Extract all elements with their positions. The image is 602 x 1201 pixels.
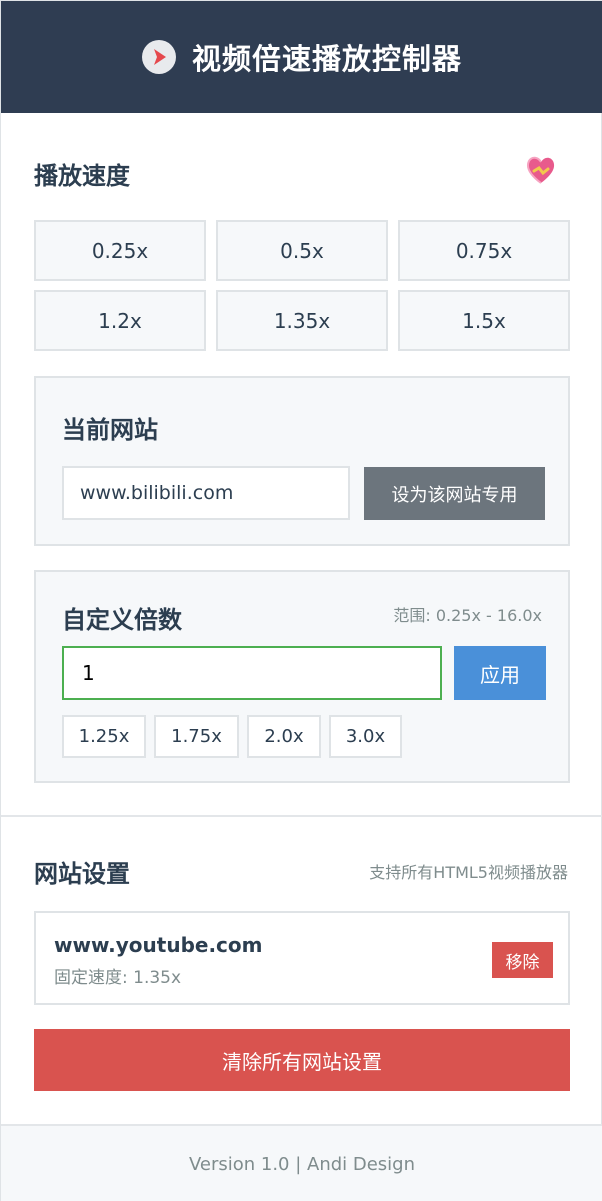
speed-preset-button[interactable]: 0.25x xyxy=(34,220,206,281)
speed-preset-button[interactable]: 1.5x xyxy=(398,290,570,351)
custom-speed-title: 自定义倍数 xyxy=(62,606,182,634)
header-inner: 视频倍速播放控制器 xyxy=(141,36,462,78)
speed-preset-grid: 0.25x 0.5x 0.75x 1.2x 1.35x 1.5x xyxy=(34,220,570,352)
custom-preset-button[interactable]: 1.75x xyxy=(154,715,239,758)
speed-preset-button[interactable]: 1.35x xyxy=(216,290,388,351)
custom-speed-panel: 自定义倍数 范围: 0.25x - 16.0x 1 应用 1.25x 1.75x… xyxy=(34,570,570,783)
version-text: Version 1.0 | Andi Design xyxy=(188,1153,416,1175)
speed-preset-button[interactable]: 0.75x xyxy=(398,220,570,281)
apply-button[interactable]: 应用 xyxy=(454,646,546,700)
support-hint: 支持所有HTML5视频播放器 xyxy=(369,863,568,882)
section-divider xyxy=(1,815,602,817)
speed-preset-button[interactable]: 0.5x xyxy=(216,220,388,281)
site-settings-title: 网站设置 xyxy=(34,860,130,888)
app-title: 视频倍速播放控制器 xyxy=(191,42,462,76)
site-setting-speed: 固定速度: 1.35x xyxy=(54,968,182,988)
footer: Version 1.0 | Andi Design xyxy=(1,1124,602,1201)
site-setting-name: www.youtube.com xyxy=(54,933,263,957)
current-site-title: 当前网站 xyxy=(62,416,158,444)
custom-speed-input[interactable]: 1 xyxy=(62,646,442,700)
speed-section-title: 播放速度 xyxy=(34,162,130,190)
site-setting-item: www.youtube.com 固定速度: 1.35x 移除 xyxy=(34,911,570,1005)
header: 视频倍速播放控制器 xyxy=(1,1,602,113)
current-site-input[interactable]: www.bilibili.com xyxy=(62,466,350,520)
popup-window: 视频倍速播放控制器 播放速度 0.25x 0.5x 0.75x 1.2x 1.3… xyxy=(0,0,602,1201)
custom-preset-button[interactable]: 2.0x xyxy=(247,715,321,758)
current-site-panel: 当前网站 www.bilibili.com 设为该网站专用 xyxy=(34,376,570,546)
play-icon xyxy=(141,40,176,74)
custom-preset-button[interactable]: 3.0x xyxy=(329,715,402,758)
speed-preset-button[interactable]: 1.2x xyxy=(34,290,206,351)
heart-icon[interactable] xyxy=(523,153,559,187)
clear-all-sites-button[interactable]: 清除所有网站设置 xyxy=(34,1029,570,1091)
custom-preset-button[interactable]: 1.25x xyxy=(62,715,146,758)
set-site-specific-button[interactable]: 设为该网站专用 xyxy=(364,467,545,520)
remove-site-button[interactable]: 移除 xyxy=(492,942,553,978)
range-hint: 范围: 0.25x - 16.0x xyxy=(393,606,542,625)
